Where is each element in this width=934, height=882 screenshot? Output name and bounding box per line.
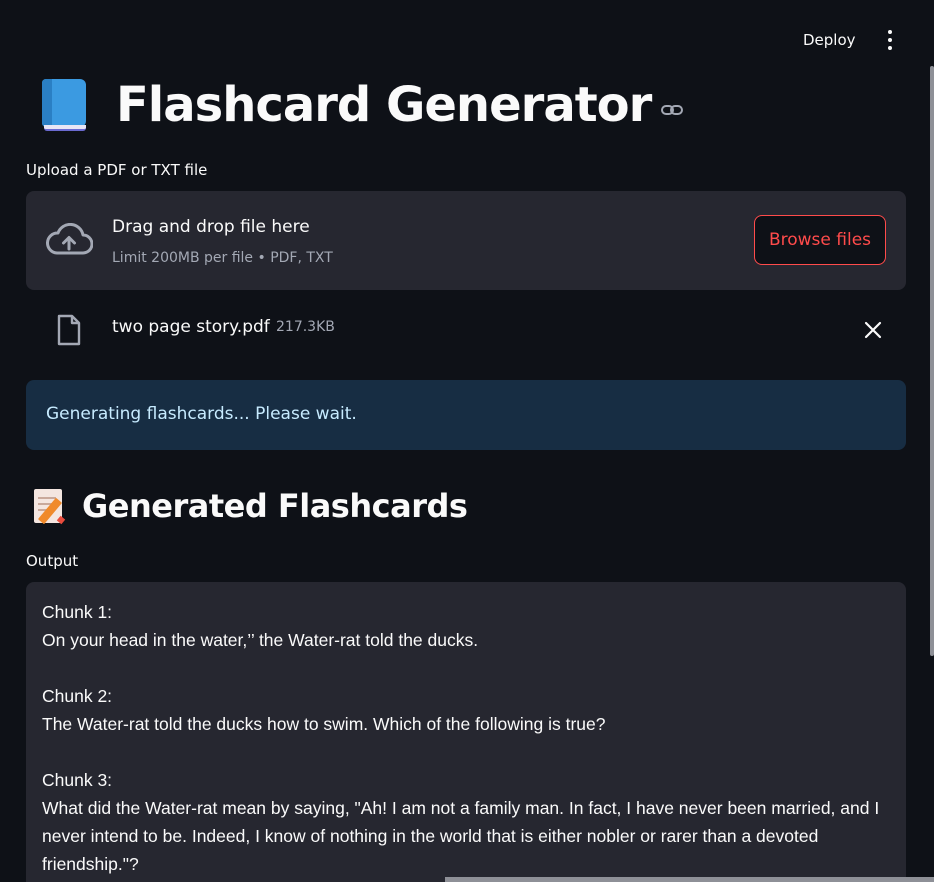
horizontal-scrollbar[interactable] — [445, 877, 934, 882]
page-title-text: Flashcard Generator — [116, 77, 652, 133]
cloud-upload-icon — [46, 223, 93, 255]
output-label: Output — [26, 552, 79, 570]
page-title: Flashcard Generator — [40, 70, 684, 140]
vertical-scrollbar[interactable] — [930, 66, 934, 656]
deploy-button[interactable]: Deploy — [793, 24, 866, 56]
uploaded-file-size: 217.3KB — [276, 319, 335, 335]
file-icon — [57, 314, 81, 346]
info-alert: Generating flashcards... Please wait. — [26, 380, 906, 450]
kebab-menu-icon[interactable] — [876, 24, 904, 56]
dropzone-title: Drag and drop file here — [112, 217, 310, 237]
output-textarea[interactable]: Chunk 1: On your head in the water,’’ th… — [26, 582, 906, 882]
uploaded-file-row: two page story.pdf 217.3KB — [26, 306, 906, 352]
browse-files-button[interactable]: Browse files — [754, 215, 886, 265]
app-header: Deploy — [0, 0, 934, 60]
blue-book-icon — [40, 77, 90, 133]
flashcards-heading-text: Generated Flashcards — [82, 487, 468, 525]
info-alert-text: Generating flashcards... Please wait. — [46, 404, 357, 424]
link-icon[interactable] — [661, 103, 684, 117]
uploaded-file-name: two page story.pdf — [112, 317, 270, 337]
uploader-label: Upload a PDF or TXT file — [26, 161, 208, 179]
flashcards-heading: Generated Flashcards — [32, 484, 468, 528]
dropzone-limit-text: Limit 200MB per file • PDF, TXT — [112, 250, 333, 266]
memo-icon — [32, 487, 68, 525]
file-dropzone[interactable]: Drag and drop file here Limit 200MB per … — [26, 191, 906, 290]
close-icon[interactable] — [864, 321, 882, 339]
output-text: Chunk 1: On your head in the water,’’ th… — [42, 602, 880, 874]
